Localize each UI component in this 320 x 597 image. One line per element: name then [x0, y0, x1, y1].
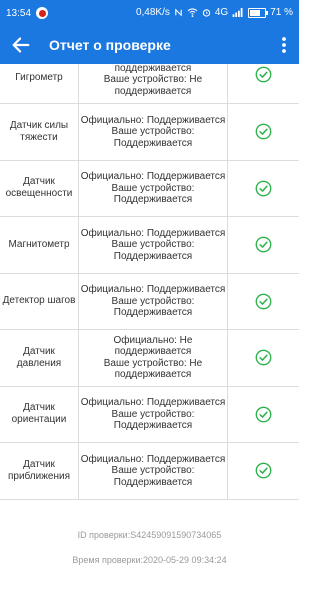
sensor-status: Официально: Не поддерживаетсяВаше устрой…	[79, 330, 228, 386]
device-status: Ваше устройство: Поддерживается	[111, 126, 195, 149]
sensor-row: Датчик давления Официально: Не поддержива…	[0, 330, 299, 387]
check-id: ID проверки:S42459091590734065	[77, 530, 222, 540]
report-footer: ID проверки:S42459091590734065 Время про…	[0, 530, 299, 580]
result-cell	[228, 330, 299, 386]
result-cell	[228, 64, 299, 103]
sensor-row: Магнитометр Официально: Поддерживается Ваш…	[0, 217, 299, 274]
network-speed: 0,48K/s	[135, 7, 170, 18]
app-notification-icon	[36, 7, 49, 19]
status-bar: 13:54 0,48K/s 4G 71 %	[0, 0, 299, 26]
device-status: Ваше устройство: Поддерживается	[111, 295, 195, 319]
device-status: Ваше устройство: Поддерживается	[111, 465, 195, 488]
sensor-name: Датчик давления	[0, 330, 79, 386]
check-circle-icon	[255, 406, 272, 423]
result-cell	[228, 274, 299, 330]
sensor-status: Официально: Поддерживается Ваше устройств…	[79, 386, 228, 442]
sensor-name: Магнитометр	[0, 217, 79, 273]
sensor-name: Гигрометр	[0, 64, 79, 103]
device-status: Ваше устройство: Поддерживается	[111, 182, 195, 206]
device-status: Ваше устройство: Поддерживается	[111, 408, 195, 432]
result-cell	[228, 443, 299, 499]
check-circle-icon	[255, 66, 272, 83]
result-cell	[228, 104, 299, 160]
official-status: Официально: Не поддерживается	[114, 64, 192, 74]
official-status: Официально: Поддерживается	[80, 453, 226, 465]
sensor-name: Датчик освещенности	[0, 160, 79, 216]
sensor-name: Датчик силы тяжести	[0, 104, 79, 160]
status-time: 13:54	[6, 7, 32, 19]
check-circle-icon	[255, 123, 272, 140]
sensor-row: ГигрометрОфициально: Не поддерживаетсяВа…	[0, 64, 299, 104]
official-status: Официально: Поддерживается	[80, 397, 226, 408]
result-cell	[228, 387, 299, 443]
official-status: Официально: Поддерживается	[80, 284, 226, 295]
sensor-row: Датчик освещенности Официально: Поддержив…	[0, 160, 299, 217]
more-options-icon[interactable]	[279, 34, 289, 56]
device-status: Ваше устройство: Поддерживается	[111, 239, 195, 262]
alarm-icon	[202, 9, 211, 17]
network-type: 4G	[214, 7, 229, 18]
result-cell	[228, 161, 299, 217]
battery-percent: 71 %	[270, 7, 293, 18]
signal-icon	[232, 8, 243, 17]
page-title: Отчет о проверке	[49, 37, 171, 53]
app-bar: Отчет о проверке	[0, 26, 299, 64]
sensor-row: Датчик ориентации Официально: Поддерживае…	[0, 386, 299, 443]
sensor-row: Детектор шагов Официально: Поддерживается…	[0, 273, 299, 330]
device-status: Ваше устройство: Не поддерживается	[103, 74, 203, 97]
sensor-row: Датчик приближения Официально: Поддержива…	[0, 443, 299, 500]
sensor-name: Датчик ориентации	[0, 386, 79, 442]
official-status: Официально: Поддерживается	[80, 114, 226, 126]
official-status: Официально: Поддерживается	[80, 227, 226, 239]
device-status: Ваше устройство: Не поддерживается	[103, 357, 203, 381]
back-arrow-icon[interactable]	[10, 34, 32, 56]
official-status: Официально: Поддерживается	[80, 171, 226, 182]
sensor-name: Детектор шагов	[0, 273, 79, 329]
check-circle-icon	[255, 293, 272, 310]
sensor-status: Официально: Не поддерживаетсяВаше устрой…	[79, 64, 228, 103]
sensor-name: Датчик приближения	[0, 443, 79, 499]
result-cell	[228, 217, 299, 273]
check-circle-icon	[255, 236, 272, 253]
sensor-status: Официально: Поддерживается Ваше устройств…	[79, 160, 228, 216]
sensor-report-list: ГигрометрОфициально: Не поддерживаетсяВа…	[0, 64, 299, 500]
official-status: Официально: Не поддерживается	[113, 334, 193, 358]
check-circle-icon	[255, 349, 272, 366]
sensor-status: Официально: Поддерживается Ваше устройств…	[79, 217, 228, 273]
sensor-row: Датчик силы тяжести Официально: Поддержив…	[0, 104, 299, 161]
battery-icon	[248, 7, 269, 18]
sensor-status: Официально: Поддерживается Ваше устройств…	[79, 443, 228, 499]
sensor-status: Официально: Поддерживается Ваше устройств…	[79, 273, 228, 329]
check-circle-icon	[255, 462, 272, 479]
nfc-icon	[175, 8, 182, 17]
sensor-status: Официально: Поддерживается Ваше устройств…	[79, 104, 228, 160]
wifi-icon	[187, 8, 198, 17]
check-time: Время проверки:2020-05-29 09:34:24	[72, 555, 227, 565]
check-circle-icon	[255, 180, 272, 197]
